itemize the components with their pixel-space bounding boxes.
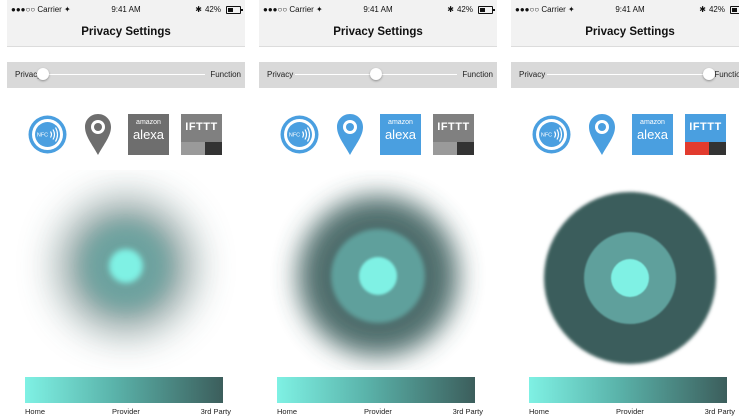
sharing-legend: Home Provider 3rd Party [25, 377, 231, 416]
legend-third-party: 3rd Party [704, 407, 735, 416]
legend-labels: Home Provider 3rd Party [529, 407, 739, 417]
slider-label-function: Function [462, 70, 493, 79]
nfc-label: NFC [541, 133, 552, 139]
ifttt-stripe [181, 142, 205, 155]
legend-gradient-bar [277, 377, 475, 403]
ifttt-icon[interactable]: IFTTT [685, 114, 726, 155]
battery-status: ✱ 42% [447, 5, 495, 14]
alexa-icon[interactable]: amazon alexa [632, 114, 673, 155]
battery-percent: 42% [708, 5, 725, 14]
legend-provider: Provider [112, 407, 140, 416]
nfc-icon[interactable]: NFC [531, 114, 572, 155]
phone-screen-function: ●●●○○ Carrier ✦ 9:41 AM ✱ 42% Privacy Se… [511, 0, 739, 418]
battery-status: ✱ 42% [699, 5, 739, 14]
location-pin-icon[interactable] [83, 112, 113, 156]
home-core [611, 259, 649, 297]
bluetooth-icon: ✱ [195, 5, 202, 14]
alexa-brand-label: amazon [388, 119, 413, 126]
page-title: Privacy Settings [511, 20, 739, 47]
ifttt-label: IFTTT [437, 121, 470, 133]
ifttt-label: IFTTT [185, 121, 218, 133]
status-bar: ●●●○○ Carrier ✦ 9:41 AM ✱ 42% [511, 0, 739, 20]
ifttt-label: IFTTT [689, 121, 722, 133]
slider-track[interactable] [547, 74, 709, 75]
legend-third-party: 3rd Party [200, 407, 231, 416]
ifttt-stripe [685, 142, 709, 155]
privacy-function-slider[interactable]: Privacy Function [7, 62, 245, 88]
phone-screen-privacy: ●●●○○ Carrier ✦ 9:41 AM ✱ 42% Privacy Se… [7, 0, 245, 418]
alexa-brand-label: amazon [136, 119, 161, 126]
location-pin-icon[interactable] [335, 112, 365, 156]
battery-percent: 42% [204, 5, 221, 14]
ifttt-stripe [433, 142, 457, 155]
data-sharing-visualization [58, 198, 194, 334]
slider-label-function: Function [714, 70, 739, 79]
slider-label-function: Function [210, 70, 241, 79]
legend-labels: Home Provider 3rd Party [277, 407, 495, 417]
nfc-icon[interactable]: NFC [27, 114, 68, 155]
sharing-legend: Home Provider 3rd Party [277, 377, 483, 416]
alexa-icon[interactable]: amazon alexa [380, 114, 421, 155]
privacy-function-slider[interactable]: Privacy Function [259, 62, 497, 88]
home-core [359, 257, 397, 295]
battery-icon [478, 5, 495, 14]
location-pin-icon[interactable] [587, 112, 617, 156]
service-icon-row: NFC amazon alexa IFTTT [7, 112, 245, 160]
ifttt-stripe-dark [205, 142, 222, 155]
alexa-name-label: alexa [132, 127, 165, 142]
privacy-function-slider[interactable]: Privacy Function [511, 62, 739, 88]
alexa-icon[interactable]: amazon alexa [128, 114, 169, 155]
nfc-label: NFC [289, 133, 300, 139]
sharing-legend: Home Provider 3rd Party [529, 377, 735, 416]
slider-thumb[interactable] [703, 68, 715, 80]
alexa-brand-label: amazon [640, 119, 665, 126]
nfc-label: NFC [37, 133, 48, 139]
legend-home: Home [529, 407, 550, 416]
service-icon-row: NFC amazon alexa IFTTT [259, 112, 497, 160]
privacy-settings-screens: ●●●○○ Carrier ✦ 9:41 AM ✱ 42% Privacy Se… [0, 0, 739, 418]
status-bar: ●●●○○ Carrier ✦ 9:41 AM ✱ 42% [7, 0, 245, 20]
nfc-icon[interactable]: NFC [279, 114, 320, 155]
slider-label-privacy: Privacy [267, 70, 294, 79]
legend-third-party: 3rd Party [452, 407, 483, 416]
ifttt-icon[interactable]: IFTTT [181, 114, 222, 155]
service-icon-row: NFC amazon alexa IFTTT [511, 112, 739, 160]
ifttt-stripe-dark [709, 142, 726, 155]
battery-icon [226, 5, 243, 14]
slider-label-privacy: Privacy [519, 70, 546, 79]
alexa-name-label: alexa [384, 127, 417, 142]
data-sharing-visualization [544, 192, 716, 364]
legend-provider: Provider [616, 407, 644, 416]
ifttt-stripe-dark [457, 142, 474, 155]
page-title: Privacy Settings [259, 20, 497, 47]
bluetooth-icon: ✱ [447, 5, 454, 14]
slider-thumb[interactable] [37, 68, 49, 80]
home-core [109, 249, 143, 283]
legend-gradient-bar [529, 377, 727, 403]
legend-labels: Home Provider 3rd Party [25, 407, 243, 417]
status-bar: ●●●○○ Carrier ✦ 9:41 AM ✱ 42% [259, 0, 497, 20]
bluetooth-icon: ✱ [699, 5, 706, 14]
battery-status: ✱ 42% [195, 5, 243, 14]
legend-home: Home [25, 407, 46, 416]
legend-home: Home [277, 407, 298, 416]
legend-provider: Provider [364, 407, 392, 416]
phone-screen-balanced: ●●●○○ Carrier ✦ 9:41 AM ✱ 42% Privacy Se… [259, 0, 497, 418]
battery-icon [730, 5, 739, 14]
data-sharing-visualization [298, 196, 458, 356]
battery-percent: 42% [456, 5, 473, 14]
ifttt-icon[interactable]: IFTTT [433, 114, 474, 155]
slider-track[interactable] [43, 74, 205, 75]
page-title: Privacy Settings [7, 20, 245, 47]
legend-gradient-bar [25, 377, 223, 403]
alexa-name-label: alexa [636, 127, 669, 142]
slider-thumb[interactable] [370, 68, 382, 80]
